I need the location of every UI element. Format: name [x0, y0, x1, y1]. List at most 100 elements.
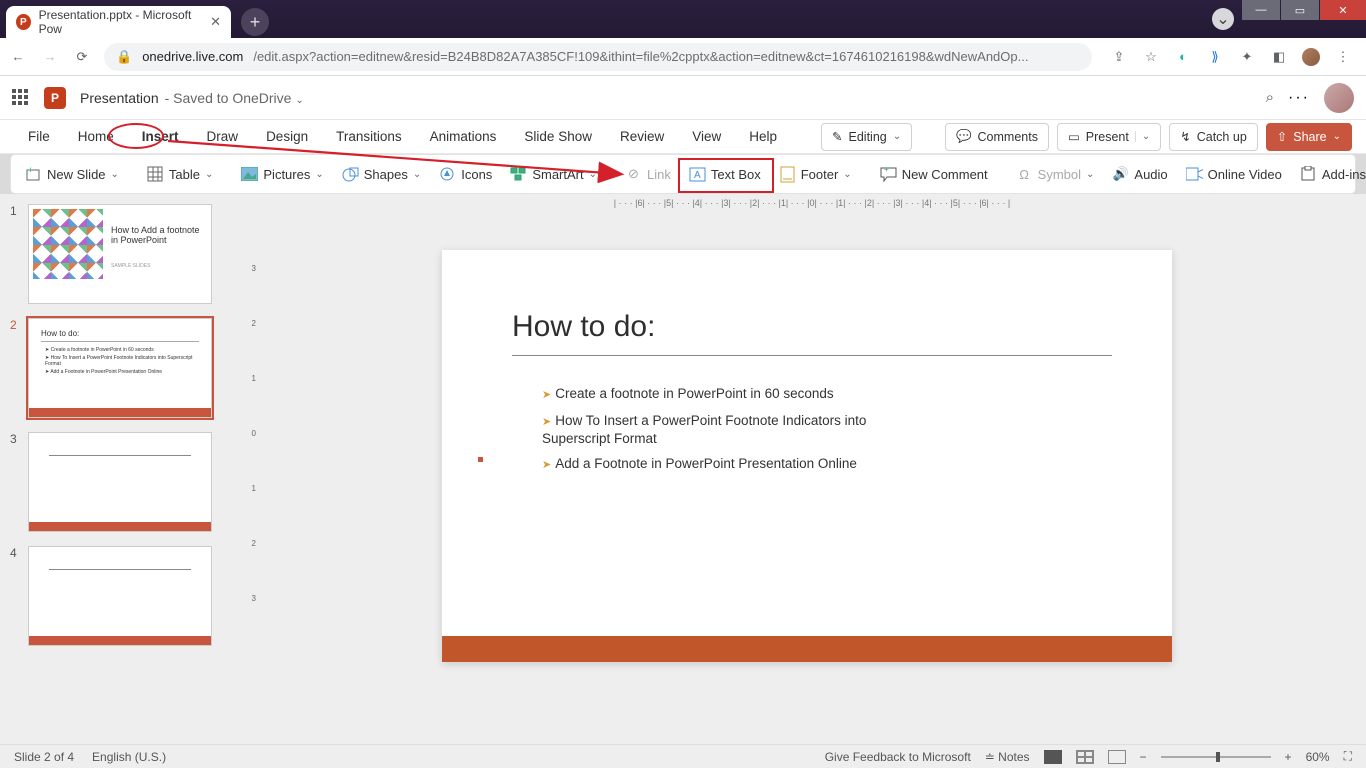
browser-tab[interactable]: P Presentation.pptx - Microsoft Pow ✕ [6, 6, 231, 38]
workspace: 1 How to Add a footnote in PowerPoint SA… [0, 194, 1366, 744]
new-slide-button[interactable]: + New Slide⌄ [19, 162, 125, 187]
app-launcher-icon[interactable] [12, 89, 30, 107]
chrome-menu-icon[interactable]: ⋮ [1334, 48, 1352, 66]
search-icon[interactable]: ⌕ [1266, 89, 1274, 106]
thumb2-b1: ➤ Create a footnote in PowerPoint in 60 … [45, 347, 154, 353]
notes-toggle[interactable]: ≐ Notes [985, 750, 1030, 764]
bookmark-star-icon[interactable]: ☆ [1142, 48, 1160, 66]
slide-title[interactable]: How to do: [512, 310, 655, 344]
menu-design[interactable]: Design [252, 123, 322, 150]
nav-reload-icon[interactable]: ⟳ [72, 49, 92, 65]
tab-close-icon[interactable]: ✕ [210, 14, 221, 30]
window-controls: — ▭ ✕ [1241, 0, 1366, 20]
textbox-button[interactable]: A Text Box [683, 162, 767, 187]
zoom-out-button[interactable]: − [1140, 750, 1147, 764]
view-reading-icon[interactable] [1108, 750, 1126, 764]
online-video-button[interactable]: Online Video [1180, 162, 1288, 187]
thumb1-sub: SAMPLE SLIDES [111, 263, 150, 269]
thumbnail-slide-4[interactable] [28, 546, 212, 646]
link-button[interactable]: ⊘ Link [619, 162, 677, 187]
new-comment-button[interactable]: + New Comment [874, 162, 994, 187]
thumbnail-slide-2[interactable]: How to do: ➤ Create a footnote in PowerP… [28, 318, 212, 418]
window-maximize-button[interactable]: ▭ [1281, 0, 1319, 20]
smartart-button[interactable]: SmartArt⌄ [504, 162, 603, 187]
zoom-level[interactable]: 60% [1306, 750, 1330, 764]
footer-button[interactable]: Footer⌄ [773, 162, 858, 187]
thumb2-title: How to do: [41, 329, 79, 338]
status-bar: Slide 2 of 4 English (U.S.) Give Feedbac… [0, 744, 1366, 768]
share-button[interactable]: ⇧ Share ⌄ [1266, 123, 1352, 151]
language-indicator[interactable]: English (U.S.) [92, 750, 166, 764]
zoom-slider[interactable] [1161, 756, 1271, 758]
editing-mode-button[interactable]: ✎ Editing ⌄ [821, 123, 912, 151]
menu-help[interactable]: Help [735, 123, 791, 150]
thumbnail-slide-1[interactable]: How to Add a footnote in PowerPoint SAMP… [28, 204, 212, 304]
tab-title: Presentation.pptx - Microsoft Pow [39, 8, 203, 36]
nav-forward-icon[interactable]: → [40, 49, 60, 64]
menu-insert[interactable]: Insert [128, 123, 193, 150]
slide-counter[interactable]: Slide 2 of 4 [14, 750, 74, 764]
ext-cast-icon[interactable]: ⟫ [1206, 48, 1224, 66]
shapes-button[interactable]: Shapes⌄ [336, 162, 427, 187]
menu-draw[interactable]: Draw [193, 123, 253, 150]
audio-icon: 🔊 [1112, 166, 1129, 183]
menu-slideshow[interactable]: Slide Show [510, 123, 606, 150]
url-path: /edit.aspx?action=editnew&resid=B24B8D82… [253, 49, 1028, 64]
menu-file[interactable]: File [14, 123, 64, 150]
new-tab-button[interactable]: + [241, 8, 269, 36]
symbol-button[interactable]: Ω Symbol⌄ [1010, 162, 1101, 187]
nav-back-icon[interactable]: ← [8, 49, 28, 64]
present-label: Present [1086, 130, 1129, 144]
thumb2-b2: ➤ How To Insert a PowerPoint Footnote In… [45, 355, 195, 367]
side-panel-icon[interactable]: ◧ [1270, 48, 1288, 66]
share-icon: ⇧ [1277, 129, 1287, 144]
window-minimize-button[interactable]: — [1242, 0, 1280, 20]
view-normal-icon[interactable] [1044, 750, 1062, 764]
svg-text:+: + [28, 166, 33, 175]
more-icon[interactable]: ··· [1288, 89, 1310, 107]
thumbnail-slide-3[interactable] [28, 432, 212, 532]
present-button[interactable]: ▭ Present ⌄ [1057, 123, 1161, 151]
table-icon [147, 166, 164, 183]
slide-footer-bar [442, 636, 1172, 662]
extensions-puzzle-icon[interactable]: ✦ [1238, 48, 1256, 66]
feedback-link[interactable]: Give Feedback to Microsoft [825, 750, 971, 764]
horizontal-ruler: | · · · |6| · · · |5| · · · |4| · · · |3… [258, 194, 1366, 212]
pencil-icon: ✎ [832, 129, 842, 144]
slide-bullet-1[interactable]: Create a footnote in PowerPoint in 60 se… [542, 386, 834, 401]
share-icon[interactable]: ⇪ [1110, 48, 1128, 66]
textbox-icon: A [689, 166, 706, 183]
audio-button[interactable]: 🔊 Audio [1106, 162, 1173, 187]
chrome-account-chevron-icon[interactable]: ⌄ [1212, 8, 1234, 30]
user-avatar[interactable] [1324, 83, 1354, 113]
addins-button[interactable]: Add-ins [1294, 162, 1366, 187]
catchup-button[interactable]: ↯ Catch up [1169, 123, 1258, 151]
fit-to-window-icon[interactable]: ⛶ [1344, 749, 1352, 764]
profile-avatar[interactable] [1302, 48, 1320, 66]
window-close-button[interactable]: ✕ [1320, 0, 1366, 20]
new-comment-icon: + [880, 166, 897, 183]
zoom-in-button[interactable]: + [1285, 750, 1292, 764]
comments-label: Comments [978, 130, 1038, 144]
comment-icon: 💬 [956, 129, 972, 144]
slide-canvas[interactable]: How to do: Create a footnote in PowerPoi… [442, 250, 1172, 662]
comments-button[interactable]: 💬 Comments [945, 123, 1049, 151]
menu-view[interactable]: View [678, 123, 735, 150]
doc-name: Presentation [80, 90, 159, 106]
menu-transitions[interactable]: Transitions [322, 123, 416, 150]
view-sorter-icon[interactable] [1076, 750, 1094, 764]
address-bar[interactable]: 🔒 onedrive.live.com /edit.aspx?action=ed… [104, 43, 1092, 71]
thumb-number: 4 [10, 546, 22, 646]
document-title[interactable]: Presentation - Saved to OneDrive ⌄ [80, 90, 304, 106]
table-button[interactable]: Table⌄ [141, 162, 219, 187]
menu-review[interactable]: Review [606, 123, 678, 150]
pictures-button[interactable]: Pictures⌄ [235, 162, 329, 187]
slide-bullet-2[interactable]: How To Insert a PowerPoint Footnote Indi… [542, 412, 922, 447]
menu-home[interactable]: Home [64, 123, 128, 150]
addins-icon [1300, 166, 1317, 183]
menu-animations[interactable]: Animations [416, 123, 511, 150]
ext-circle-icon[interactable]: ◐ [1174, 48, 1192, 66]
editing-label: Editing [849, 130, 887, 144]
icons-button[interactable]: Icons [433, 162, 498, 187]
slide-bullet-3[interactable]: Add a Footnote in PowerPoint Presentatio… [542, 456, 857, 471]
